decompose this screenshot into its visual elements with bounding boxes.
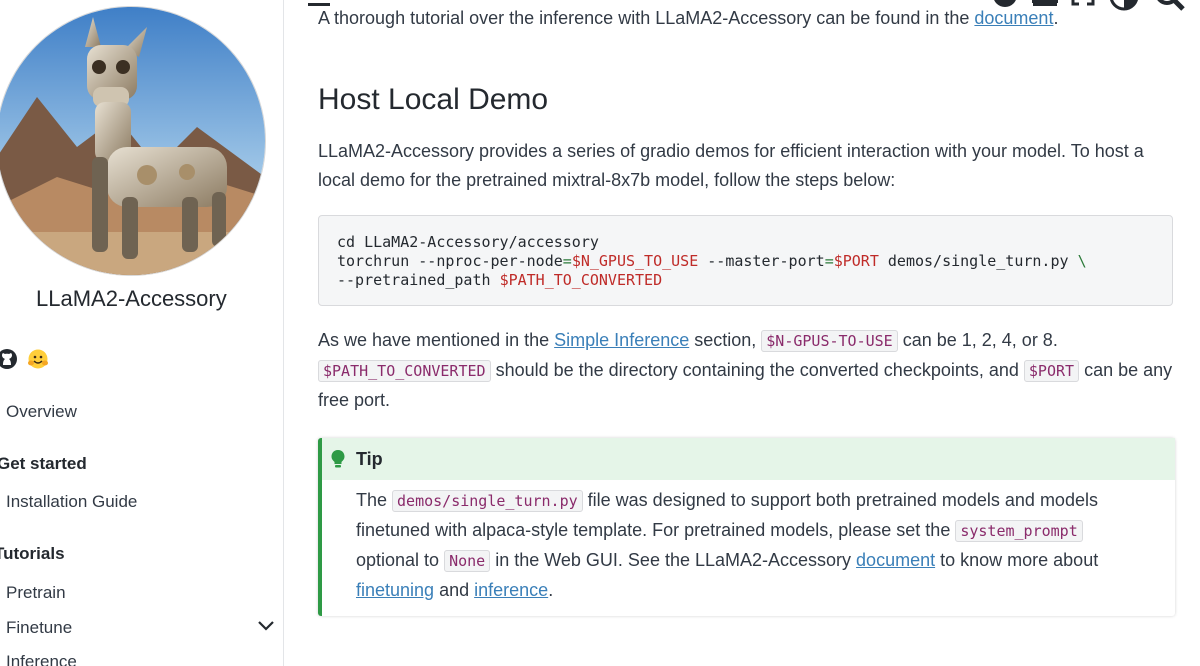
text: can be any	[1079, 360, 1173, 380]
sidebar-item-inference[interactable]: Inference	[6, 652, 77, 666]
search-icon[interactable]	[1153, 0, 1187, 14]
code-text: --pretrained_path	[337, 271, 500, 289]
text: .	[548, 580, 554, 600]
theme-toggle-icon[interactable]	[1109, 0, 1139, 12]
hugging-face-icon[interactable]	[27, 348, 49, 375]
text: finetuned with alpaca-style template. Fo…	[356, 520, 956, 540]
github-icon[interactable]	[0, 348, 18, 375]
text: should be the directory containing the c…	[490, 360, 1024, 380]
fullscreen-icon[interactable]	[1071, 0, 1095, 10]
code-variable: $N_GPUS_TO_USE	[571, 252, 699, 270]
text: file was designed to support both pretra…	[582, 490, 1098, 510]
document-link[interactable]: document	[974, 8, 1053, 28]
lightbulb-icon	[331, 450, 345, 468]
text: to know more about	[935, 550, 1099, 570]
intro-suffix: .	[1053, 8, 1059, 28]
text: free port.	[318, 390, 391, 410]
code-variable: $PORT	[833, 252, 879, 270]
sidebar-caption-get-started: Get started	[0, 454, 87, 473]
tip-title: Tip	[356, 448, 383, 469]
text: in the Web GUI. See the LLaMA2-Accessory	[490, 550, 857, 570]
code-text: --master-port	[698, 252, 825, 270]
chevron-down-icon[interactable]	[257, 619, 275, 633]
text: As we have mentioned in the	[318, 330, 555, 350]
code-operator: =	[824, 252, 834, 270]
tip-header: Tip	[322, 438, 1175, 480]
text: can be 1, 2, 4, or 8.	[897, 330, 1058, 350]
text: The	[356, 490, 393, 510]
menu-icon[interactable]	[308, 0, 330, 8]
inline-code: demos/single_turn.py	[392, 490, 583, 512]
simple-inference-link[interactable]: Simple Inference	[554, 330, 689, 350]
text: section,	[689, 330, 762, 350]
sidebar-item-pretrain[interactable]: Pretrain	[6, 583, 66, 603]
inline-code: $PATH_TO_CONVERTED	[318, 360, 491, 382]
text: optional to	[356, 550, 445, 570]
intro-prefix: A thorough tutorial over the inference w…	[318, 8, 975, 28]
code-text: torchrun --nproc-per-node	[337, 252, 563, 270]
sidebar-item-overview[interactable]: Overview	[6, 402, 77, 422]
code-line-continuation: \	[1077, 252, 1087, 270]
paragraph-usage: As we have mentioned in the Simple Infer…	[318, 326, 1172, 415]
tip-admonition: Tip The demos/single_turn.py file was de…	[318, 438, 1175, 616]
site-logo[interactable]	[0, 6, 266, 276]
inference-link[interactable]: inference	[474, 580, 548, 600]
inline-code: None	[444, 550, 491, 572]
section-heading: Host Local Demo	[318, 83, 549, 116]
sidebar: LLaMA2-Accessory Overview Get started In…	[0, 0, 284, 666]
code-text: demos/single_turn.py	[878, 252, 1078, 270]
llama-robot-image	[0, 7, 265, 275]
site-name[interactable]: LLaMA2-Accessory	[36, 286, 227, 312]
code-variable: $PATH_TO_CONVERTED	[499, 271, 663, 289]
paragraph-line: LLaMA2-Accessory provides a series of gr…	[318, 141, 1144, 161]
document-link[interactable]: document	[856, 550, 935, 570]
sidebar-item-finetune[interactable]: Finetune	[6, 618, 72, 638]
inline-code: $N-GPUS-TO-USE	[761, 330, 898, 352]
paragraph-line: local demo for the pretrained mixtral-8x…	[318, 170, 896, 190]
paragraph-intro: LLaMA2-Accessory provides a series of gr…	[318, 137, 1144, 195]
tip-body: The demos/single_turn.py file was design…	[356, 486, 1156, 605]
text: and	[434, 580, 475, 600]
sidebar-caption-tutorials: Tutorials	[0, 544, 65, 563]
code-operator: =	[562, 252, 572, 270]
finetuning-link[interactable]: finetuning	[356, 580, 434, 600]
inline-code: system_prompt	[955, 520, 1083, 542]
intro-text: A thorough tutorial over the inference w…	[318, 8, 1058, 29]
inline-code: $PORT	[1023, 360, 1080, 382]
code-line: cd LLaMA2-Accessory/accessory	[337, 233, 599, 251]
sidebar-item-installation-guide[interactable]: Installation Guide	[6, 492, 137, 512]
code-block[interactable]: cd LLaMA2-Accessory/accessory torchrun -…	[318, 215, 1173, 306]
